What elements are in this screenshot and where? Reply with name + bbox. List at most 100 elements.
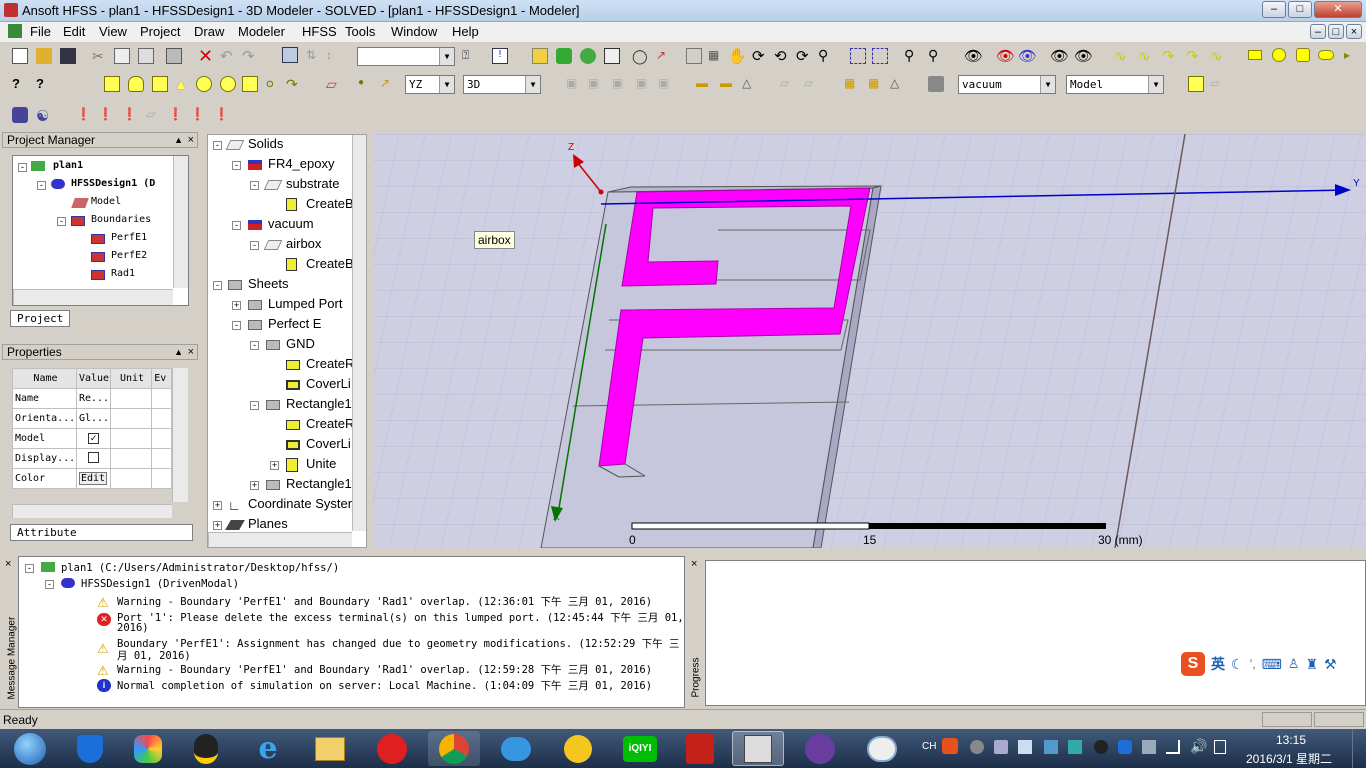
tree-item-perfe1[interactable]: PerfE1 [111,232,147,243]
tree-item-createrect[interactable]: CreateR [306,356,354,371]
project-tree-vscroll[interactable] [173,156,188,288]
minimize-button[interactable]: – [1262,1,1286,18]
menu-project[interactable]: Project [138,24,182,39]
collapse-icon[interactable]: - [25,564,34,573]
torus-icon[interactable] [220,76,236,92]
tree-item-model[interactable]: Model [91,196,121,207]
maximize-button[interactable]: □ [1288,1,1312,18]
properties-hscroll[interactable] [12,504,172,518]
taskbar-ie[interactable]: e [242,731,294,766]
duplicate-around-axis-icon[interactable]: ▦ [868,76,884,92]
taskbar-chrome[interactable] [428,731,480,766]
zoom-out-box-icon[interactable] [872,48,888,64]
circle-icon[interactable] [1272,48,1286,62]
hide-icon[interactable]: 👁 [996,47,1015,65]
taskbar-cloud[interactable] [490,731,542,766]
model-tree-icon[interactable]: ⍰ [462,48,478,64]
sweep-icon[interactable]: ▱ [780,76,796,92]
line-segment-icon[interactable]: ↗ [380,76,396,92]
tree-item-coverlines[interactable]: CoverLi [306,376,351,391]
report-icon[interactable]: ↗ [656,48,672,64]
wrench-icon[interactable]: ⚒ [1324,656,1337,673]
imprint-icon[interactable]: ▣ [636,76,652,92]
tree-item-solids[interactable]: Solids [248,136,283,151]
power-icon[interactable] [1214,740,1226,754]
tray-icon[interactable] [1018,740,1032,754]
expand-icon[interactable]: + [250,481,259,490]
user-icon[interactable]: ♙ [1288,656,1300,672]
zoom-in-box-icon[interactable] [850,48,866,64]
collapse-icon[interactable]: - [232,161,241,170]
start-button[interactable] [2,731,58,766]
collapse-icon[interactable]: - [250,341,259,350]
fit-icon[interactable] [686,48,702,64]
ellipse-icon[interactable] [1318,50,1334,60]
tab-attribute[interactable]: Attribute [10,524,193,541]
collapse-icon[interactable]: - [250,181,259,190]
tree-item-perfect-e[interactable]: Perfect E [268,316,321,331]
collapse-icon[interactable]: - [37,181,46,190]
tray-icon[interactable] [1044,740,1058,754]
bondwire-icon[interactable]: ↷ [286,76,302,92]
mirror-icon[interactable]: △ [742,76,758,92]
mesh-icon-7[interactable]: ❗ [214,107,230,123]
redo-icon[interactable]: ↷ [242,47,258,65]
taskbar-pdf[interactable] [674,731,726,766]
toggle-visibility-icon[interactable]: 👁 [1074,47,1093,65]
split-icon[interactable]: ▣ [658,76,674,92]
copy-icon[interactable] [114,48,130,64]
tray-icon[interactable] [994,740,1008,754]
collapse-icon[interactable]: - [250,401,259,410]
orbit-icon[interactable]: ⟳ [796,47,812,65]
material-select[interactable]: vacuum ▼ [958,75,1056,94]
expand-icon[interactable]: + [232,301,241,310]
display-wireframe-checkbox[interactable] [87,451,99,463]
taskbar-explorer[interactable] [304,731,356,766]
model-select[interactable]: Model ▼ [1066,75,1164,94]
hide-all-icon[interactable]: 👁 [1018,47,1037,65]
help-icon[interactable]: ? [36,76,52,92]
tree-item-rad1[interactable]: Rad1 [111,268,135,279]
taskbar-app-2[interactable] [122,731,174,766]
tree-item-airbox[interactable]: airbox [286,236,321,251]
tree-item-gnd[interactable]: GND [286,336,315,351]
check-icon[interactable] [556,48,572,64]
delete-icon[interactable]: ✕ [198,46,214,66]
expand-icon[interactable]: + [270,461,279,470]
tray-icon[interactable] [1142,740,1156,754]
collapse-icon[interactable]: - [213,141,222,150]
show-icon[interactable]: 👁 [964,47,983,65]
sogou-icon[interactable]: S [1181,652,1205,676]
tree-item-vacuum[interactable]: vacuum [268,216,314,231]
zoom-icon[interactable]: ⚲ [818,47,834,63]
rotate-icon[interactable]: ⟳ [752,47,768,65]
model-tree-vscroll[interactable] [352,135,366,531]
tree-item-planes[interactable]: Planes [248,516,288,531]
tree-item-boundaries[interactable]: Boundaries [91,214,151,225]
tree-item-fr4-epoxy[interactable]: FR4_epoxy [268,156,334,171]
spline-icon[interactable]: ∿ [1138,47,1154,65]
collapse-icon[interactable]: - [18,163,27,172]
zoom-in-icon[interactable]: ⚲ [904,47,920,63]
progress-panel-close-icon[interactable]: × [691,558,697,570]
tree-item-substrate[interactable]: substrate [286,176,339,191]
taskbar-qq[interactable] [180,731,232,766]
grid-icon[interactable]: ▦ [708,48,724,64]
punctuation-icon[interactable]: ’, [1250,657,1256,671]
tree-item-design[interactable]: HFSSDesign1 (D [71,178,155,189]
mdi-close-button[interactable]: × [1346,24,1362,39]
pin-icon[interactable]: ▲ [174,345,183,360]
ime-lang-label[interactable]: 英 [1211,654,1225,674]
tray-ime-icon[interactable] [942,738,958,754]
pin-icon[interactable]: ▲ [174,133,183,148]
collapse-icon[interactable]: - [250,241,259,250]
move-icon[interactable]: ▬ [696,76,712,92]
port-icon[interactable] [12,107,28,123]
point-icon[interactable]: ● [358,77,374,93]
plane-select[interactable]: YZ ▼ [405,75,455,94]
create-region-icon[interactable]: ▱ [326,76,342,92]
volume-icon[interactable]: 🔊 [1190,738,1207,755]
tray-icon[interactable] [1068,740,1082,754]
mdi-minimize-button[interactable]: – [1310,24,1326,39]
menu-draw[interactable]: Draw [192,24,226,39]
